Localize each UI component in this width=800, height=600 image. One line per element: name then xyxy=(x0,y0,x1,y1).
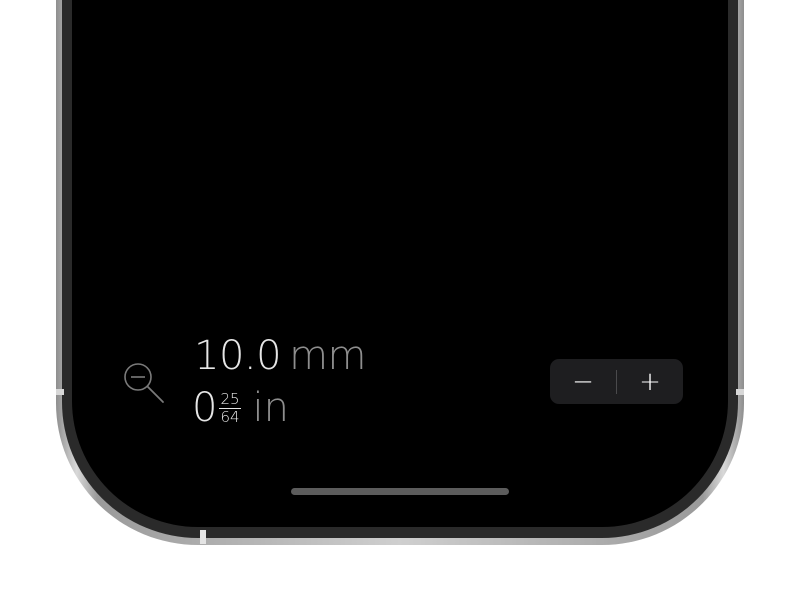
fraction-numerator: 25 xyxy=(219,389,241,409)
phone-screen xyxy=(72,0,728,527)
increment-button[interactable]: + xyxy=(617,359,683,404)
home-indicator[interactable] xyxy=(291,488,509,495)
zoom-stepper: − + xyxy=(550,359,683,404)
metric-value: 10.0 xyxy=(194,333,282,379)
decrement-button[interactable]: − xyxy=(550,359,616,404)
antenna-band-left xyxy=(56,389,64,395)
metric-unit: mm xyxy=(289,333,366,379)
fraction-denominator: 64 xyxy=(220,407,240,426)
metric-measurement: 10.0 mm xyxy=(194,334,366,378)
antenna-band-right xyxy=(736,389,744,395)
imperial-measurement: 0 25 64 in xyxy=(192,386,289,430)
antenna-band-bottom xyxy=(200,530,206,544)
zoom-out-icon[interactable] xyxy=(120,360,166,406)
imperial-unit: in xyxy=(252,385,290,431)
imperial-whole: 0 xyxy=(192,385,218,431)
stage: 10.0 mm 0 25 64 in − + xyxy=(0,0,800,600)
imperial-fraction: 25 64 xyxy=(219,389,241,426)
